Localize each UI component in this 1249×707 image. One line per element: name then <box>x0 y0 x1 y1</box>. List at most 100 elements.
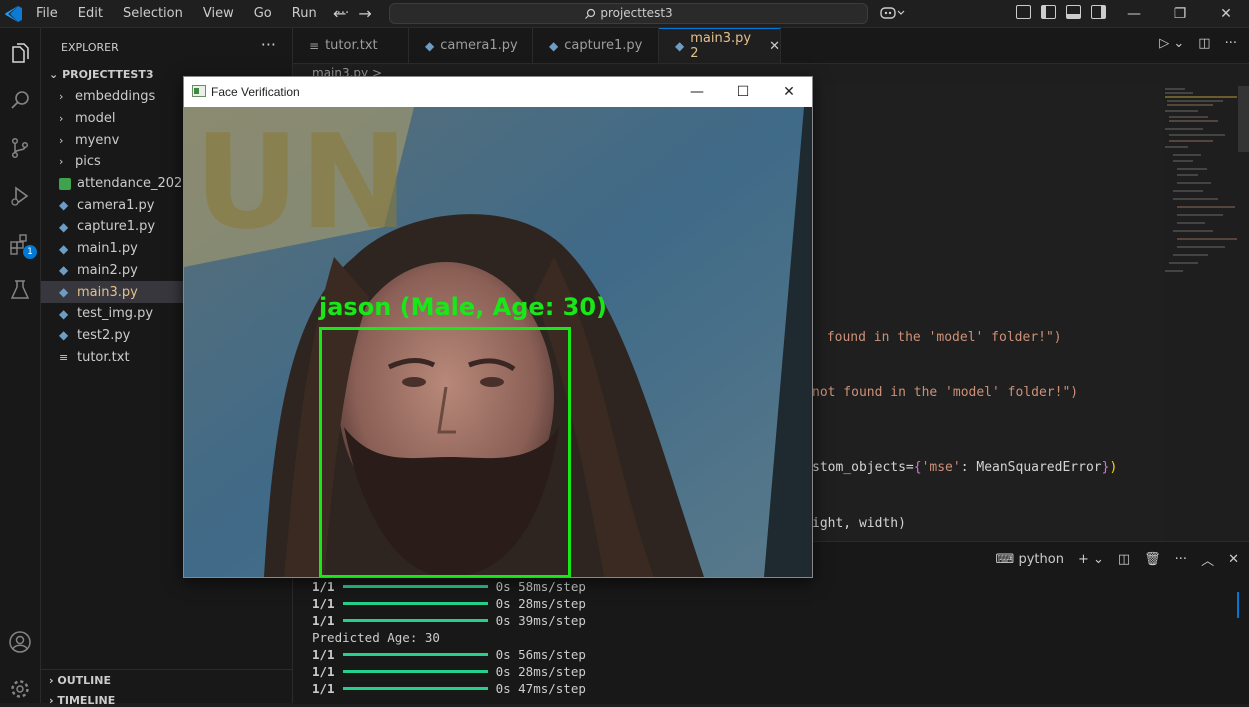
new-terminal-icon[interactable]: + ⌄ <box>1078 552 1104 567</box>
minimap[interactable] <box>1163 86 1238 286</box>
step-time: 0s 58ms/step <box>495 579 586 594</box>
extensions-badge: 1 <box>23 245 37 259</box>
menu-edit[interactable]: Edit <box>68 6 113 21</box>
more-actions-icon[interactable]: ··· <box>261 35 276 54</box>
app-window-icon <box>192 85 206 97</box>
maximize-panel-icon[interactable]: ︿ <box>1201 550 1214 569</box>
menu-file[interactable]: File <box>26 6 68 21</box>
terminal-line: 1/1 0s 58ms/step <box>312 579 586 594</box>
terminal-line: 1/1 0s 28ms/step <box>312 596 586 611</box>
extensions-icon[interactable]: 1 <box>6 230 37 259</box>
code-string: 'mse' <box>921 460 961 475</box>
python-file-icon: ◆ <box>59 306 69 321</box>
face-bounding-box <box>319 327 571 577</box>
project-folder-header[interactable]: ⌄ PROJECTTEST3 <box>49 68 153 81</box>
tab-label: camera1.py <box>440 38 518 53</box>
close-tab-icon[interactable]: ✕ <box>769 39 780 54</box>
vscode-logo-icon <box>5 6 22 22</box>
step-count: 1/1 <box>312 664 335 679</box>
account-icon[interactable] <box>6 628 34 656</box>
more-actions-icon[interactable]: ··· <box>1175 552 1187 567</box>
tab-capture1[interactable]: ◆ capture1.py <box>533 28 659 63</box>
file-label: main1.py <box>77 241 138 257</box>
trash-icon[interactable]: 🗑 <box>1144 552 1161 567</box>
maximize-icon[interactable]: ☐ <box>720 77 766 107</box>
code-line: ight, width) <box>812 516 906 531</box>
split-editor-icon[interactable]: ◫ <box>1198 36 1210 51</box>
explorer-header: EXPLORER <box>61 41 119 54</box>
settings-gear-icon[interactable] <box>6 675 34 703</box>
minimize-icon[interactable]: — <box>674 77 720 107</box>
run-debug-icon[interactable] <box>6 182 34 210</box>
copilot-icon[interactable] <box>880 5 910 21</box>
tab-tutor[interactable]: ≡ tutor.txt <box>293 28 409 63</box>
python-file-icon: ◆ <box>59 198 69 213</box>
step-time: 0s 39ms/step <box>495 613 586 628</box>
tab-label: capture1.py <box>564 38 643 53</box>
folder-label: embeddings <box>75 89 156 105</box>
tab-label: tutor.txt <box>325 38 378 53</box>
terminal-line: Predicted Age: 30 <box>312 630 440 645</box>
layout-toggle-icon[interactable] <box>1016 5 1031 19</box>
editor-tabs: ≡ tutor.txt ◆ camera1.py ◆ capture1.py ◆ mai… <box>293 28 1249 64</box>
terminal-line: 1/1 0s 28ms/step <box>312 664 586 679</box>
menu-selection[interactable]: Selection <box>113 6 193 21</box>
code-line: found in the 'model' folder!") <box>819 330 1062 345</box>
code-string: not found in the 'model' folder!") <box>812 385 1079 400</box>
minimize-icon[interactable]: — <box>1111 0 1157 27</box>
python-file-icon: ◆ <box>549 38 559 53</box>
progress-bar <box>342 670 488 673</box>
step-count: 1/1 <box>312 596 335 611</box>
search-text: projecttest3 <box>600 6 673 20</box>
svg-text:UN: UN <box>194 107 408 258</box>
vertical-scrollbar[interactable] <box>1238 86 1249 152</box>
explorer-icon[interactable] <box>6 40 34 68</box>
terminal-shell-selector[interactable]: ⌨ python <box>996 552 1064 567</box>
python-file-icon: ◆ <box>59 263 69 278</box>
python-file-icon: ◆ <box>59 219 69 234</box>
step-time: 0s 28ms/step <box>495 664 586 679</box>
terminal-scroll-indicator <box>1237 592 1239 618</box>
split-terminal-icon[interactable]: ◫ <box>1118 552 1130 567</box>
terminal-icon: ⌨ <box>995 552 1015 567</box>
timeline-section[interactable]: › TIMELINE <box>49 694 115 707</box>
python-file-icon: ◆ <box>59 241 69 256</box>
menu-run[interactable]: Run <box>282 6 327 21</box>
step-count: 1/1 <box>312 681 335 696</box>
menu-view[interactable]: View <box>193 6 244 21</box>
search-icon[interactable] <box>6 86 34 114</box>
close-icon[interactable]: ✕ <box>766 77 812 107</box>
testing-icon[interactable] <box>6 276 34 304</box>
outline-section[interactable]: › OUTLINE <box>49 674 111 687</box>
code-text: : MeanSquaredError <box>960 460 1102 475</box>
run-file-icon[interactable]: ▷ ⌄ <box>1159 36 1184 51</box>
window-title-bar[interactable]: Face Verification — ☐ ✕ <box>184 77 812 107</box>
close-icon[interactable]: ✕ <box>1203 0 1249 27</box>
step-time: 0s 56ms/step <box>495 647 586 662</box>
folder-label: pics <box>75 154 101 170</box>
terminal-line: 1/1 0s 47ms/step <box>312 681 586 696</box>
progress-bar <box>342 619 488 622</box>
file-label: camera1.py <box>77 197 155 213</box>
forward-arrow-icon[interactable]: → <box>358 4 371 23</box>
more-actions-icon[interactable]: ··· <box>1225 36 1237 51</box>
toggle-secondary-sidebar-icon[interactable] <box>1091 5 1106 19</box>
source-control-icon[interactable] <box>6 134 34 162</box>
progress-bar <box>342 687 488 690</box>
close-panel-icon[interactable]: ✕ <box>1228 552 1239 567</box>
face-verification-window[interactable]: Face Verification — ☐ ✕ UN jason (Male, … <box>183 76 813 578</box>
command-center-search[interactable]: projecttest3 <box>389 3 868 24</box>
restore-icon[interactable]: ❐ <box>1157 0 1203 27</box>
step-time: 0s 47ms/step <box>495 681 586 696</box>
toggle-primary-sidebar-icon[interactable] <box>1041 5 1056 19</box>
menu-go[interactable]: Go <box>244 6 282 21</box>
python-file-icon: ◆ <box>59 285 69 300</box>
step-count: 1/1 <box>312 613 335 628</box>
terminal-shell-label: python <box>1018 552 1064 567</box>
toggle-panel-icon[interactable] <box>1066 5 1081 19</box>
tab-main3[interactable]: ◆ main3.py 2 ✕ <box>659 28 781 63</box>
tab-camera1[interactable]: ◆ camera1.py <box>409 28 533 63</box>
python-file-icon: ◆ <box>675 39 685 53</box>
progress-bar <box>342 602 488 605</box>
back-arrow-icon[interactable]: ← <box>333 4 346 23</box>
